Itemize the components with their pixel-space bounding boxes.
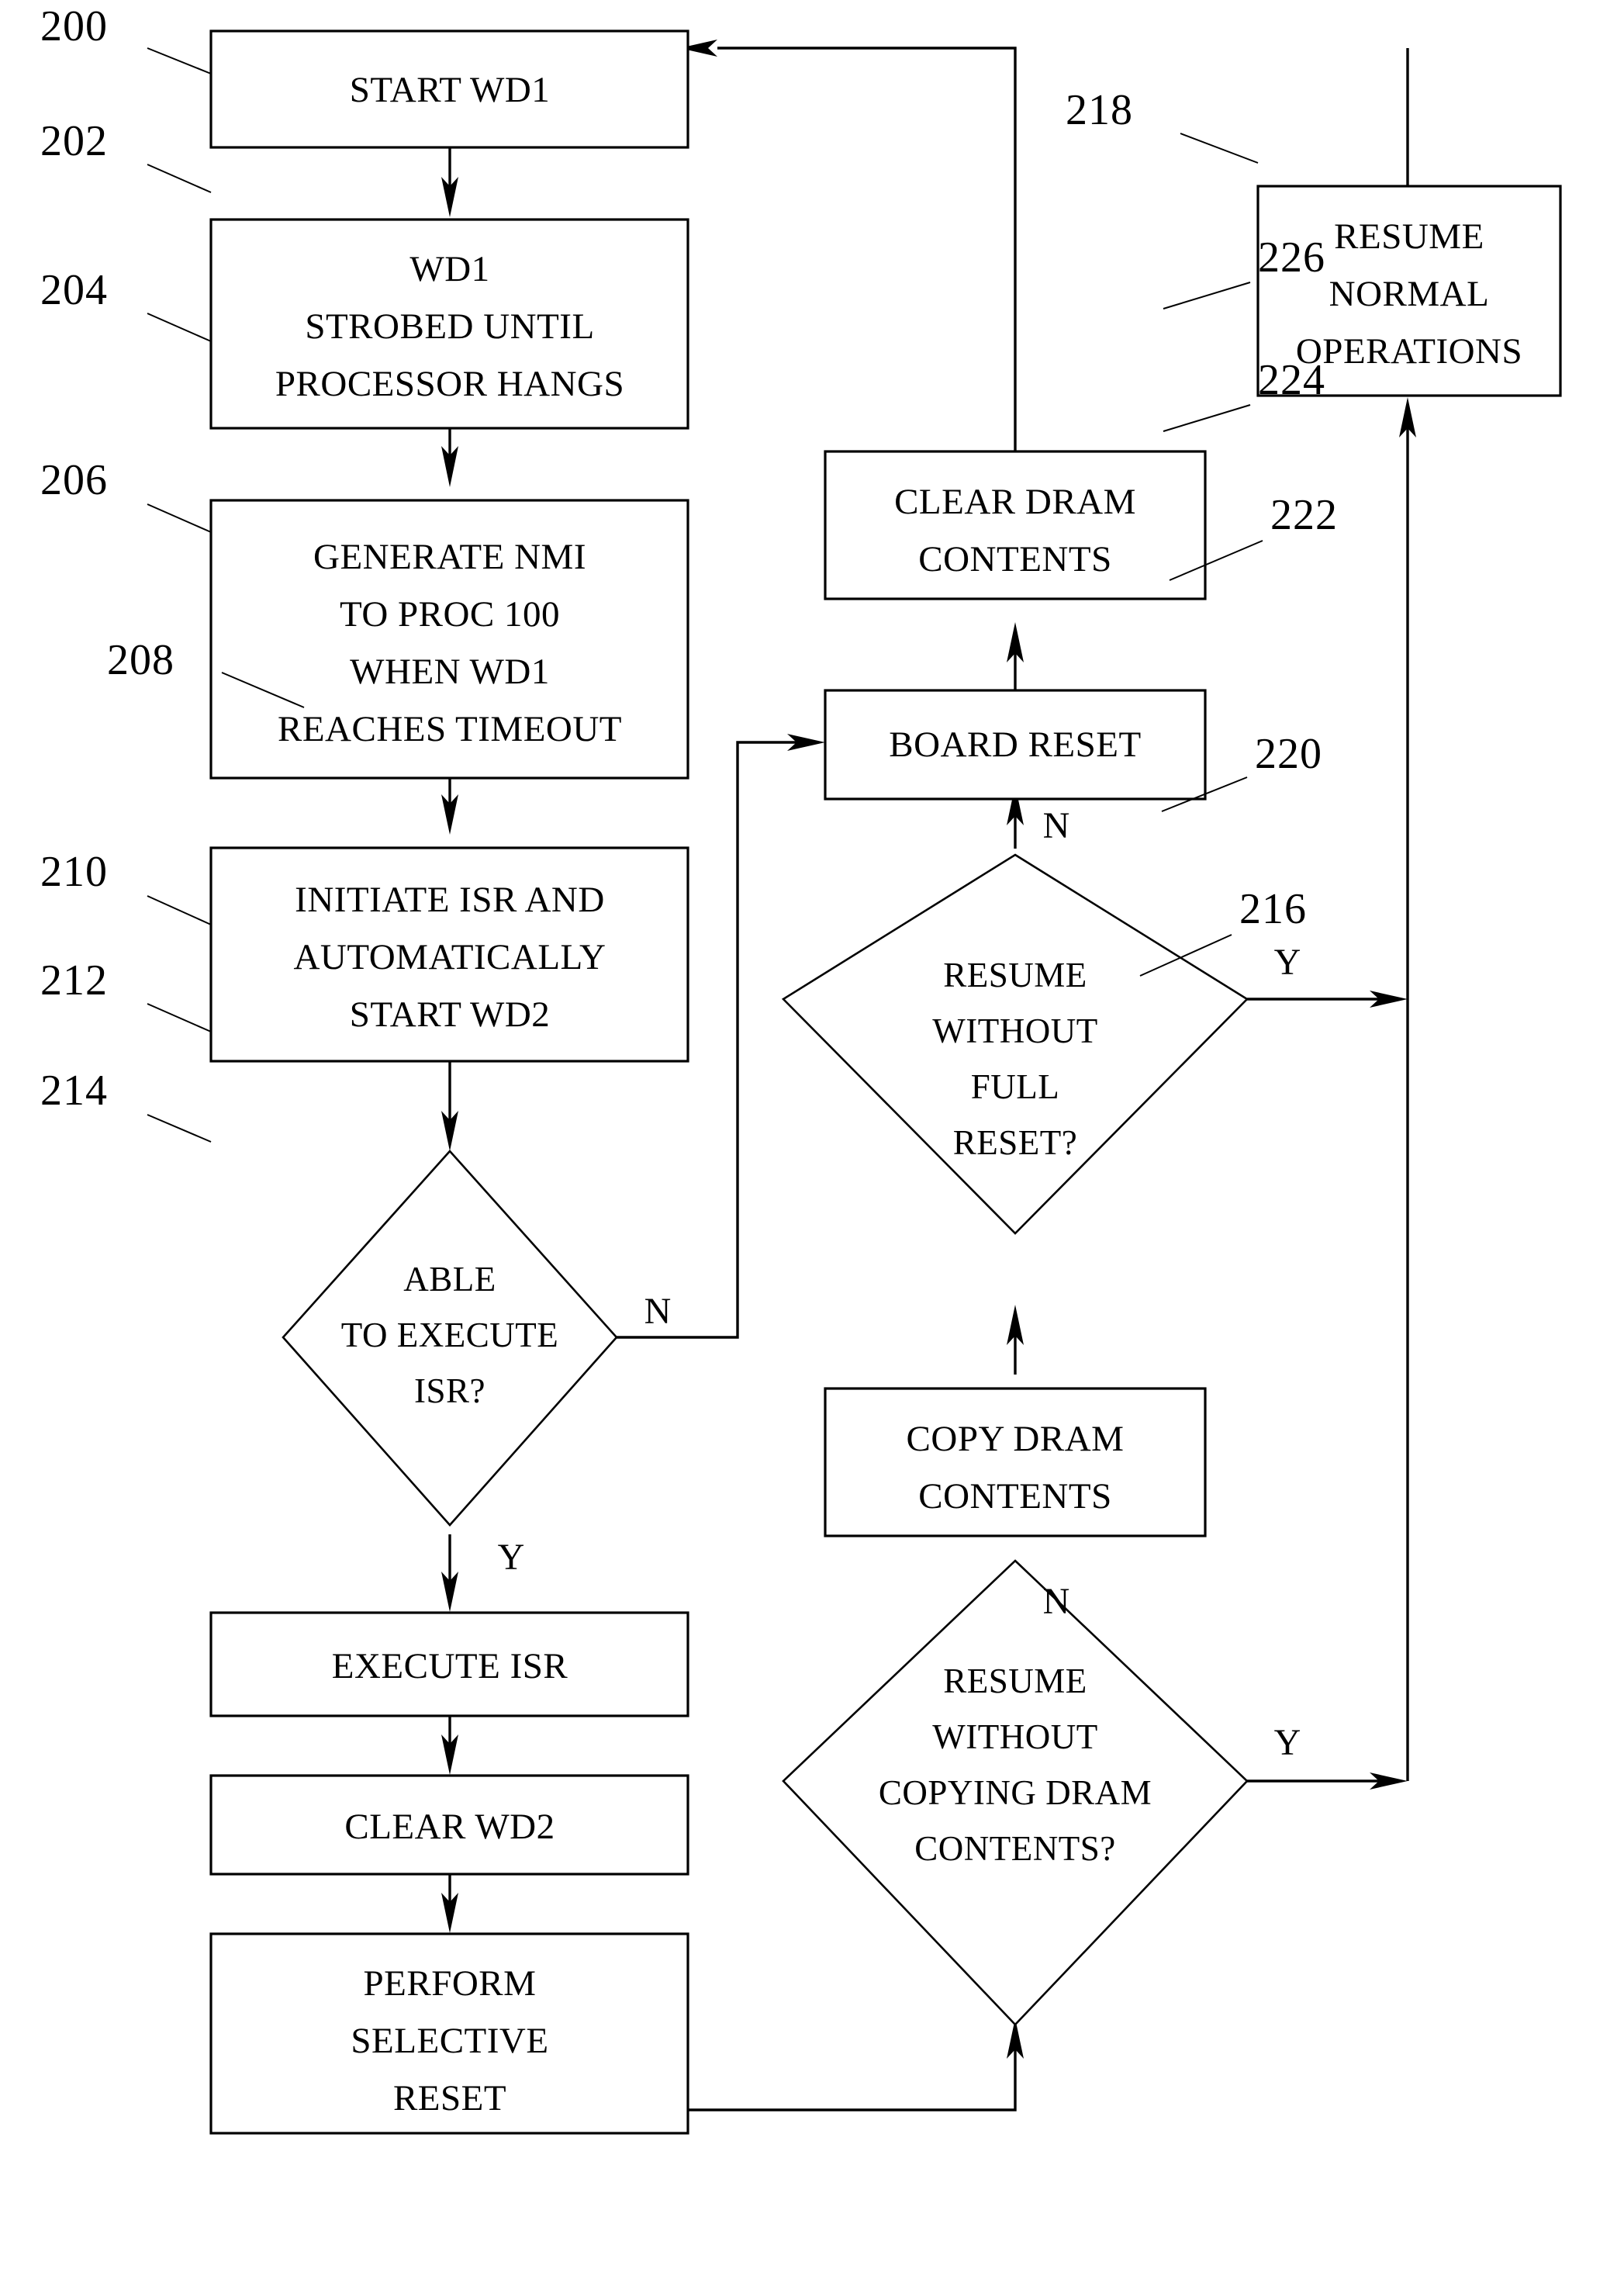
node-216[interactable]: RESUME WITHOUT COPYING DRAM CONTENTS? — [782, 1559, 1249, 2026]
leader-210 — [147, 895, 212, 925]
edge-214-216 — [689, 2032, 1017, 2111]
node-206-line-1: AUTOMATICALLY — [293, 937, 606, 977]
node-202[interactable]: WD1 STROBED UNTIL PROCESSOR HANGS — [209, 218, 689, 430]
node-224-line-0: BOARD RESET — [889, 725, 1141, 765]
figure-canvas: START WD1 WD1 STROBED UNTIL PROCESSOR HA… — [0, 0, 1624, 2286]
leader-202 — [147, 164, 212, 193]
node-206[interactable]: INITIATE ISR AND AUTOMATICALLY START WD2 — [209, 846, 689, 1063]
node-222-line-1: WITHOUT — [932, 1012, 1097, 1050]
label-208-no: N — [644, 1291, 672, 1332]
node-220[interactable]: COPY DRAM CONTENTS — [824, 1387, 1207, 1537]
leader-214 — [147, 1114, 212, 1143]
node-212-line-0: CLEAR WD2 — [344, 1807, 555, 1847]
node-218-line-0: RESUME — [1334, 216, 1484, 257]
ref-210: 210 — [40, 848, 108, 896]
node-200-line-0: START WD1 — [350, 70, 551, 110]
node-214-line-2: RESET — [393, 2078, 506, 2118]
label-216-yes: Y — [1274, 1722, 1301, 1763]
node-216-line-3: CONTENTS? — [914, 1829, 1115, 1868]
node-204[interactable]: GENERATE NMI TO PROC 100 WHEN WD1 REACHE… — [209, 499, 689, 780]
node-212[interactable]: CLEAR WD2 — [209, 1774, 689, 1876]
ref-226: 226 — [1258, 233, 1325, 282]
node-222-line-3: RESET? — [953, 1123, 1077, 1162]
node-202-line-0: WD1 — [409, 249, 489, 289]
ref-200: 200 — [40, 2, 108, 50]
ref-204: 204 — [40, 266, 108, 314]
ref-212: 212 — [40, 956, 108, 1005]
leader-226 — [1163, 282, 1251, 310]
node-214[interactable]: PERFORM SELECTIVE RESET — [209, 1932, 689, 2135]
node-222-line-0: RESUME — [943, 956, 1087, 994]
leader-212 — [147, 1003, 212, 1032]
node-222-line-2: FULL — [971, 1067, 1060, 1106]
node-222[interactable]: RESUME WITHOUT FULL RESET? — [781, 853, 1249, 1235]
edge-226-200 — [717, 47, 1017, 451]
flowchart-svg: START WD1 WD1 STROBED UNTIL PROCESSOR HA… — [40, 2, 1562, 2135]
node-210-line-0: EXECUTE ISR — [332, 1646, 568, 1686]
ref-220: 220 — [1255, 730, 1322, 778]
label-222-yes: Y — [1274, 942, 1301, 983]
ref-222: 222 — [1270, 491, 1338, 539]
ref-218: 218 — [1066, 86, 1133, 134]
leader-218 — [1180, 133, 1259, 164]
node-220-line-0: COPY DRAM — [907, 1419, 1125, 1459]
label-222-no: N — [1043, 805, 1070, 846]
node-204-line-2: WHEN WD1 — [350, 652, 550, 692]
node-208-line-2: ISR? — [414, 1371, 485, 1410]
ref-206: 206 — [40, 456, 108, 504]
node-202-line-2: PROCESSOR HANGS — [275, 364, 624, 404]
node-214-line-1: SELECTIVE — [351, 2021, 548, 2061]
node-202-line-1: STROBED UNTIL — [305, 306, 594, 347]
leader-204 — [147, 313, 212, 342]
node-226[interactable]: CLEAR DRAM CONTENTS — [824, 450, 1207, 600]
node-206-line-0: INITIATE ISR AND — [295, 880, 605, 920]
node-220-line-1: CONTENTS — [918, 1476, 1111, 1517]
node-208-line-0: ABLE — [403, 1260, 496, 1299]
node-200[interactable]: START WD1 — [209, 29, 689, 149]
node-226-line-0: CLEAR DRAM — [894, 482, 1136, 522]
node-224[interactable]: BOARD RESET — [824, 689, 1207, 801]
node-218-line-1: NORMAL — [1329, 274, 1490, 314]
node-214-line-0: PERFORM — [364, 1963, 537, 2004]
ref-216: 216 — [1239, 885, 1307, 933]
leader-224 — [1163, 404, 1251, 432]
label-216-no: N — [1043, 1581, 1070, 1622]
node-216-line-0: RESUME — [943, 1662, 1087, 1700]
leader-200 — [147, 47, 212, 74]
label-208-yes: Y — [498, 1537, 525, 1578]
node-210[interactable]: EXECUTE ISR — [209, 1611, 689, 1717]
node-216-line-2: COPYING DRAM — [879, 1773, 1152, 1812]
node-216-line-1: WITHOUT — [932, 1717, 1097, 1756]
node-208[interactable]: ABLE TO EXECUTE ISR? — [282, 1150, 618, 1527]
node-204-line-3: REACHES TIMEOUT — [278, 709, 622, 749]
leader-206 — [147, 503, 212, 533]
node-218-line-2: OPERATIONS — [1296, 331, 1522, 372]
ref-208: 208 — [107, 636, 174, 684]
node-204-line-0: GENERATE NMI — [313, 537, 586, 577]
node-226-line-1: CONTENTS — [918, 539, 1111, 579]
ref-214: 214 — [40, 1067, 108, 1115]
node-204-line-1: TO PROC 100 — [340, 594, 560, 635]
node-208-line-1: TO EXECUTE — [341, 1316, 558, 1354]
node-206-line-2: START WD2 — [350, 994, 551, 1035]
ref-224: 224 — [1258, 356, 1325, 404]
ref-202: 202 — [40, 117, 108, 165]
